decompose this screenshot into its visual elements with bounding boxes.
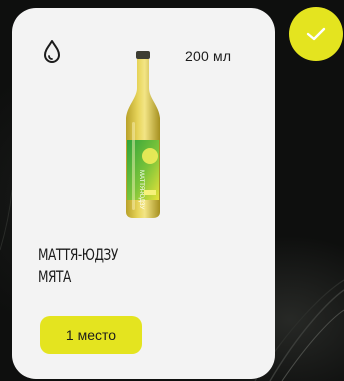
screen: 200 мл МАТТЯ-ЮДЗУ МАТТЯ-ЮДЗУ МЯТА 1 мест… — [0, 0, 344, 381]
product-name-line1: МАТТЯ-ЮДЗУ — [38, 245, 118, 264]
water-drop-icon — [44, 40, 60, 63]
product-name: МАТТЯ-ЮДЗУ МЯТА — [38, 244, 190, 288]
product-name-line2: МЯТА — [38, 267, 71, 286]
place-button[interactable]: 1 место — [40, 316, 142, 354]
bottle-label-text: МАТТЯ-ЮДЗУ — [138, 170, 144, 209]
volume-label: 200 мл — [185, 48, 232, 64]
bottle-image: МАТТЯ-ЮДЗУ — [126, 51, 160, 218]
selected-check-button[interactable] — [289, 7, 343, 61]
checkmark-icon — [306, 27, 326, 41]
product-card[interactable]: 200 мл МАТТЯ-ЮДЗУ МАТТЯ-ЮДЗУ МЯТА 1 мест… — [12, 8, 275, 379]
